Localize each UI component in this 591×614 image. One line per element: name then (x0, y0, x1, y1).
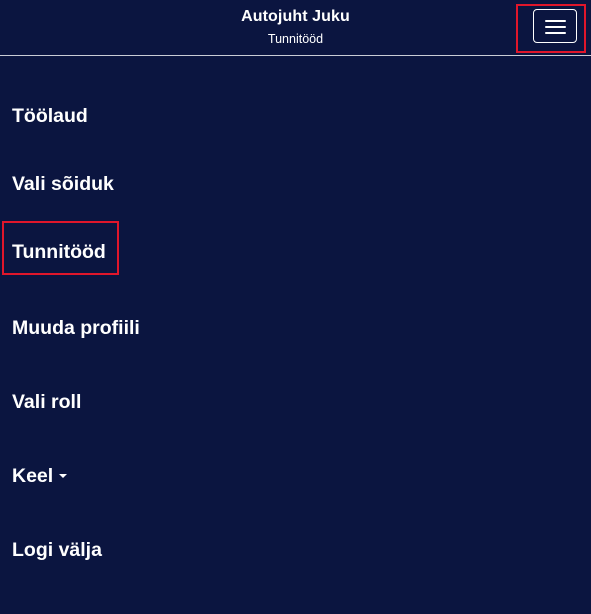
nav-item-keel-label: Keel (12, 465, 54, 487)
nav-item-muuda-profiili[interactable]: Muuda profiili (12, 316, 140, 340)
page-title: Autojuht Juku (241, 8, 350, 25)
nav-item-keel[interactable]: Keel (12, 464, 68, 488)
nav-item-logi-valja[interactable]: Logi välja (12, 538, 102, 562)
page-subtitle: Tunnitööd (267, 32, 324, 46)
caret-down-icon (59, 473, 68, 478)
highlight-tunnitood (2, 221, 119, 275)
top-header: Autojuht Juku Tunnitööd (0, 0, 591, 56)
nav-item-vali-soiduk[interactable]: Vali sõiduk (12, 172, 114, 196)
nav-item-toolaud[interactable]: Töölaud (12, 104, 88, 128)
nav-item-vali-roll[interactable]: Vali roll (12, 390, 81, 414)
menu-toggle-button[interactable] (533, 9, 577, 43)
